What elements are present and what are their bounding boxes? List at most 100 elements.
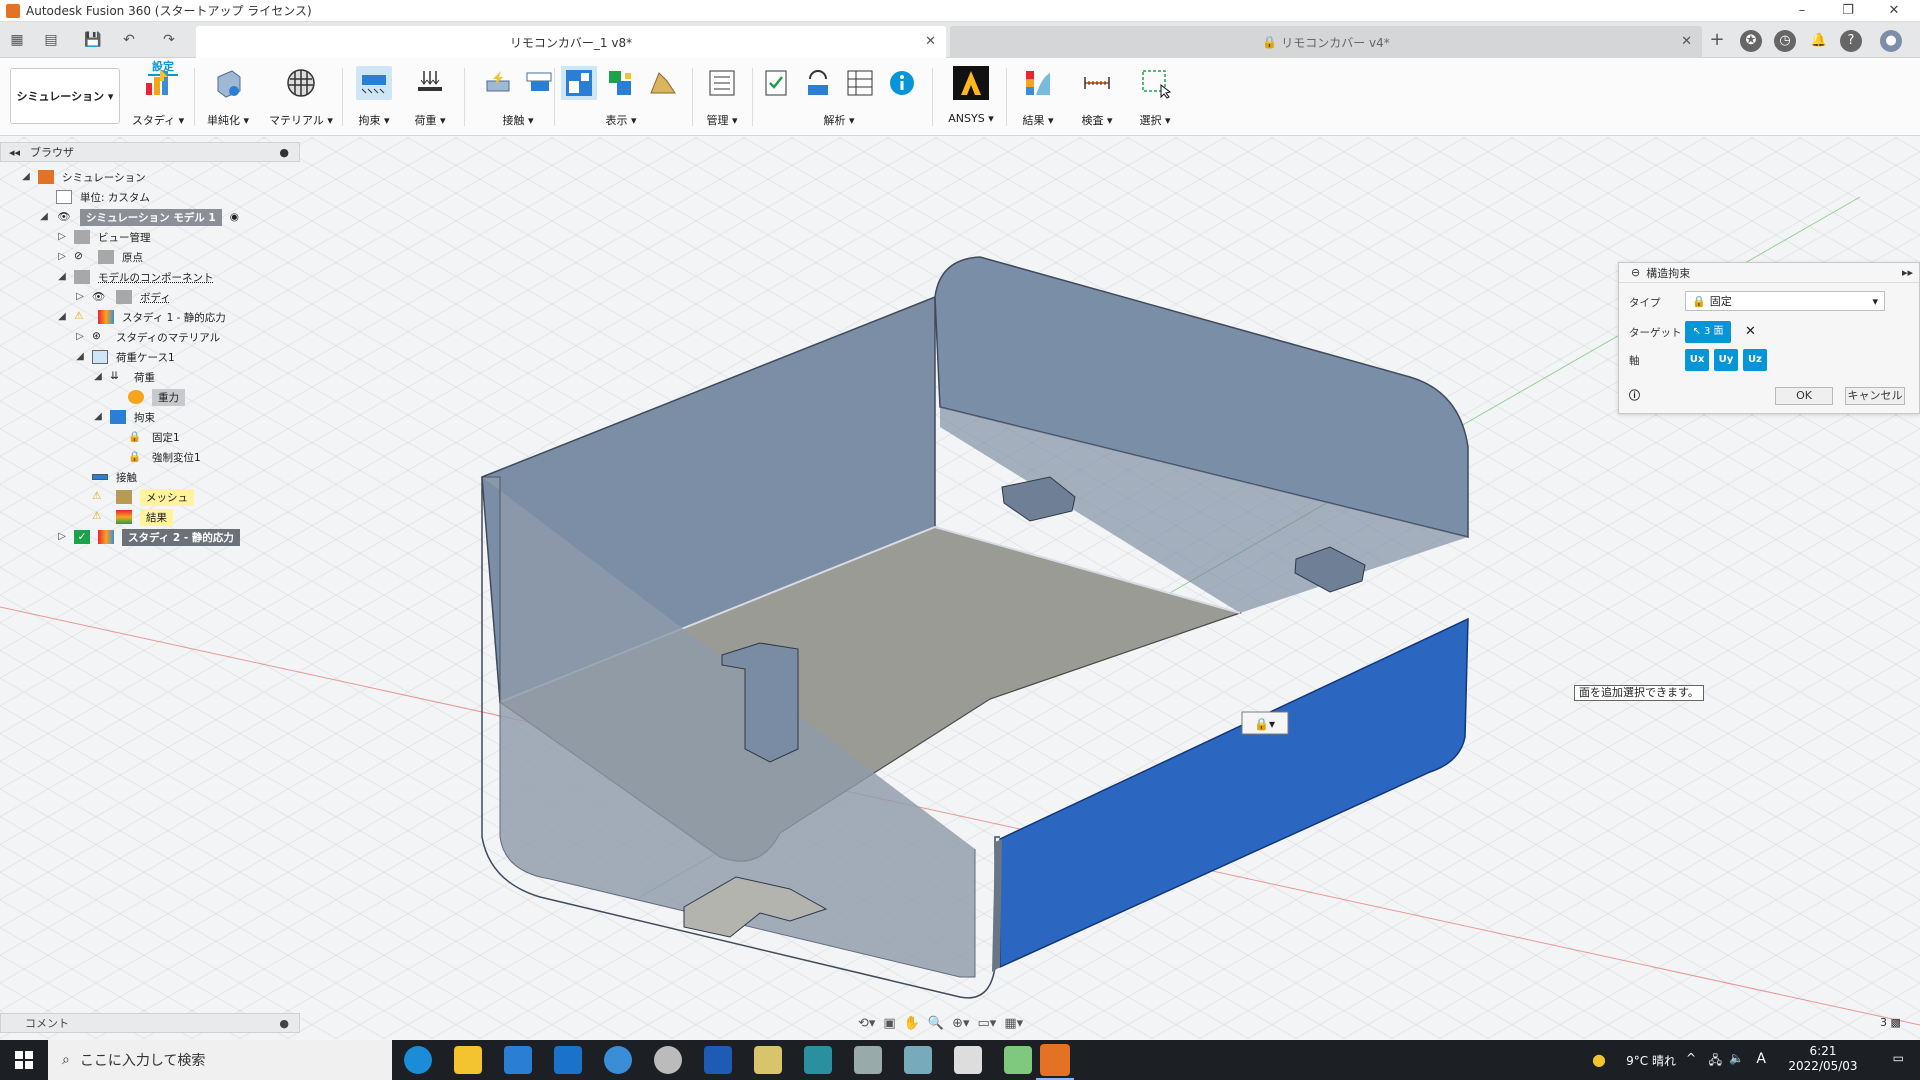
paint-icon[interactable]: [754, 1046, 782, 1074]
tree-item-units[interactable]: 単位: カスタム: [38, 187, 150, 207]
new-tab-icon[interactable]: +: [1706, 30, 1728, 50]
notification-icon[interactable]: 🔔: [1808, 30, 1830, 52]
pin-icon[interactable]: ●: [279, 146, 289, 159]
browser-header[interactable]: ◂◂ ブラウザ ●: [0, 142, 300, 162]
minimize-button[interactable]: –: [1780, 0, 1824, 22]
fit-icon[interactable]: ⊕▾: [952, 1016, 969, 1031]
eye-icon[interactable]: 👁: [56, 210, 72, 224]
tree-item-study-1[interactable]: ◢ ⚠ スタディ 1 - 静的応力: [56, 307, 226, 327]
app-grid-icon[interactable]: ▦: [6, 30, 28, 50]
tree-item-simulation-model[interactable]: ◢ 👁 シミュレーション モデル 1 ◉: [38, 207, 239, 227]
weather-text[interactable]: 9°C 晴れ: [1626, 1052, 1676, 1069]
look-at-icon[interactable]: ▣: [883, 1016, 895, 1031]
tree-item-contacts[interactable]: 接触: [74, 467, 137, 487]
pan-icon[interactable]: ✋: [904, 1016, 920, 1031]
printer-icon[interactable]: [954, 1046, 982, 1074]
inspect-group[interactable]: 検査 ▾: [1068, 66, 1126, 132]
display-group[interactable]: 表示 ▾: [558, 66, 684, 132]
avatar[interactable]: ●: [1880, 30, 1902, 52]
expand-icon[interactable]: ▸▸: [1902, 266, 1913, 279]
tree-item-model-components[interactable]: ◢ モデルのコンポーネント: [56, 267, 214, 287]
store-icon[interactable]: [504, 1046, 532, 1074]
dialog-header[interactable]: ⊖ 構造拘束 ▸▸: [1619, 263, 1919, 283]
photos-icon[interactable]: [1004, 1046, 1032, 1074]
app-icon[interactable]: [654, 1046, 682, 1074]
tree-item-gravity[interactable]: 重力: [110, 387, 185, 407]
chevron-up-icon[interactable]: ^: [1686, 1051, 1696, 1065]
start-button[interactable]: [0, 1040, 48, 1080]
fusion-taskbar-icon[interactable]: [1040, 1044, 1070, 1076]
tree-item-prescribed-displacement-1[interactable]: 🔒 強制変位1: [110, 447, 201, 467]
workspace-switcher[interactable]: シミュレーション ▾: [10, 68, 120, 124]
zoom-icon[interactable]: 🔍: [928, 1016, 944, 1031]
add-comment-icon[interactable]: ●: [279, 1017, 289, 1030]
tree-item-load-case[interactable]: ◢ 荷重ケース1: [74, 347, 175, 367]
display-settings-icon[interactable]: ▭▾: [978, 1016, 997, 1031]
tree-item-mesh[interactable]: ⚠ メッシュ: [74, 487, 194, 507]
tree-item-loads[interactable]: ◢ ⇊ 荷重: [92, 367, 155, 387]
tree-item-study-materials[interactable]: ▷ ⊛ スタディのマテリアル: [74, 327, 220, 347]
contact-group[interactable]: 接触 ▾: [468, 66, 568, 132]
cancel-button[interactable]: キャンセル: [1845, 387, 1905, 405]
save-icon[interactable]: 💾: [82, 30, 104, 50]
axis-ux-toggle[interactable]: Ux: [1685, 349, 1709, 371]
activate-radio-icon[interactable]: ◉: [230, 211, 239, 223]
select-group[interactable]: 選択 ▾: [1126, 66, 1184, 132]
clock[interactable]: 6:21 2022/05/03: [1778, 1044, 1868, 1074]
tree-item-study-2[interactable]: ▷ ✓ スタディ 2 - 静的応力: [56, 527, 240, 547]
network-icon[interactable]: 🖧: [1709, 1051, 1722, 1072]
material-group[interactable]: マテリアル ▾: [268, 66, 334, 132]
study-group[interactable]: スタディ ▾: [128, 66, 188, 132]
close-tab-icon[interactable]: ✕: [1681, 34, 1692, 49]
clear-selection-icon[interactable]: ✕: [1745, 324, 1756, 339]
load-group[interactable]: 荷重 ▾: [402, 66, 458, 132]
ok-button[interactable]: OK: [1775, 387, 1833, 405]
help-icon[interactable]: ?: [1840, 30, 1862, 52]
file-menu-icon[interactable]: ▤: [40, 30, 62, 50]
tree-item-constraints[interactable]: ◢ 拘束: [92, 407, 155, 427]
close-tab-icon[interactable]: ✕: [925, 34, 936, 49]
info-icon[interactable]: ⓘ: [1629, 387, 1640, 403]
results-group[interactable]: 結果 ▾: [1010, 66, 1066, 132]
document-tab-inactive[interactable]: 🔒 リモコンカバー v4* ✕: [950, 26, 1702, 58]
manage-group[interactable]: 管理 ▾: [696, 66, 748, 132]
tree-item-origin[interactable]: ▷ ⊘ 原点: [56, 247, 143, 267]
edge-icon[interactable]: [404, 1046, 432, 1074]
volume-icon[interactable]: 🔈: [1729, 1051, 1744, 1065]
constraint-group[interactable]: 拘束 ▾: [346, 66, 402, 132]
collapse-dialog-icon[interactable]: ⊖: [1631, 266, 1640, 279]
tree-item-view-management[interactable]: ▷ ビュー管理: [56, 227, 151, 247]
undo-icon[interactable]: ↶: [118, 30, 140, 50]
axis-uz-toggle[interactable]: Uz: [1743, 349, 1767, 371]
download-icon[interactable]: [804, 1046, 832, 1074]
taskbar-search[interactable]: ⌕ ここに入力して検索: [48, 1040, 392, 1080]
collapse-icon[interactable]: ◂◂: [9, 146, 20, 159]
close-window-button[interactable]: ✕: [1872, 0, 1916, 22]
job-status-icon[interactable]: ◷: [1774, 30, 1796, 52]
tool-icon[interactable]: [854, 1046, 882, 1074]
tree-item-results[interactable]: ⚠ 結果: [74, 507, 173, 527]
hidden-eye-icon[interactable]: ⊘: [74, 250, 90, 264]
eye-icon[interactable]: 👁: [92, 290, 108, 304]
axis-uy-toggle[interactable]: Uy: [1714, 349, 1738, 371]
ansys-group[interactable]: ANSYS ▾: [936, 66, 1006, 132]
tree-item-bodies[interactable]: ▷ 👁 ボディ: [74, 287, 171, 307]
notification-center-icon[interactable]: ▭: [1893, 1051, 1904, 1065]
tree-item-simulation[interactable]: ◢ シミュレーション: [20, 167, 146, 187]
word-icon[interactable]: [704, 1046, 732, 1074]
settings-app-icon[interactable]: [904, 1046, 932, 1074]
solve-group[interactable]: 解析 ▾: [756, 66, 922, 132]
comment-bar[interactable]: コメント ●: [0, 1013, 300, 1033]
orbit-icon[interactable]: ⟲▾: [858, 1016, 875, 1031]
ime-indicator[interactable]: A: [1756, 1051, 1766, 1067]
weather-icon[interactable]: ●: [1592, 1050, 1606, 1069]
type-select[interactable]: 🔒 固定 ▾: [1685, 291, 1885, 311]
mail-icon[interactable]: [554, 1046, 582, 1074]
tree-item-fixed-1[interactable]: 🔒 固定1: [110, 427, 180, 447]
grid-icon[interactable]: ▦▾: [1004, 1016, 1023, 1031]
target-selection-button[interactable]: ↖ 3 面: [1685, 321, 1731, 343]
extensions-icon[interactable]: ✪: [1740, 30, 1762, 52]
chat-icon[interactable]: [604, 1046, 632, 1074]
file-explorer-icon[interactable]: [454, 1046, 482, 1074]
restore-button[interactable]: ❐: [1826, 0, 1870, 22]
